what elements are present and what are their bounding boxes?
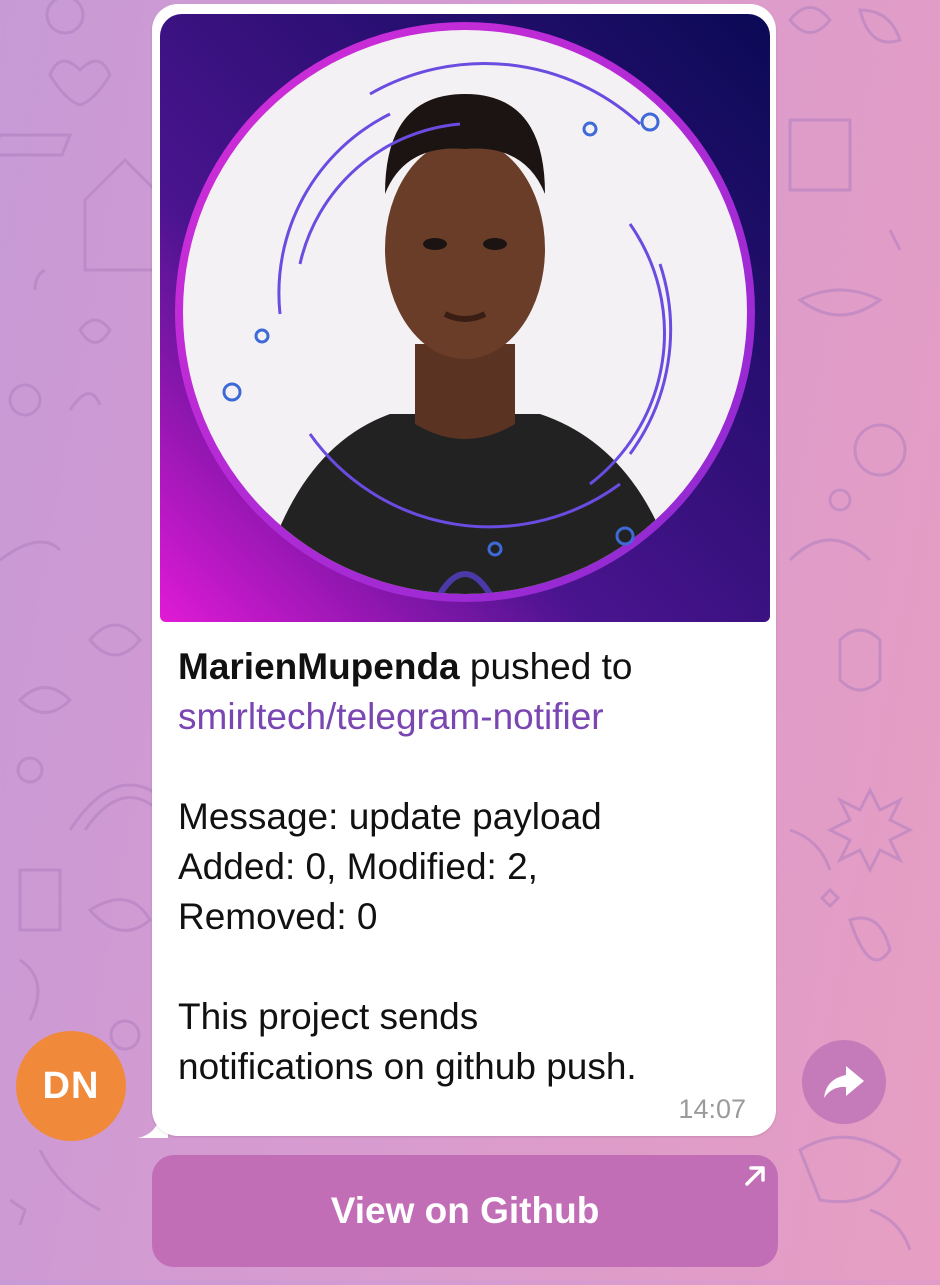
author-name[interactable]: MarienMupenda	[178, 646, 460, 687]
profile-photo[interactable]	[160, 14, 770, 622]
message-bubble[interactable]: MarienMupenda pushed to smirltech/telegr…	[152, 4, 776, 1136]
view-on-github-label: View on Github	[330, 1190, 600, 1231]
stats-line-2: Removed: 0	[178, 896, 378, 937]
view-on-github-button[interactable]: View on Github	[152, 1155, 778, 1267]
description-line-2: notifications on github push.	[178, 1046, 637, 1087]
description-line-1: This project sends	[178, 996, 479, 1037]
forward-icon	[824, 1066, 864, 1098]
forward-button[interactable]	[802, 1040, 886, 1124]
message-text: MarienMupenda pushed to smirltech/telegr…	[178, 642, 758, 1092]
stats-line-1: Added: 0, Modified: 2,	[178, 846, 538, 887]
message-timestamp: 14:07	[678, 1094, 746, 1124]
pushed-to-text: pushed to	[459, 646, 633, 687]
commit-message: Message: update payload	[178, 796, 602, 837]
sender-avatar[interactable]: DN	[16, 1031, 126, 1141]
repo-link[interactable]: smirltech/telegram-notifier	[178, 692, 758, 742]
external-link-icon	[745, 1166, 765, 1186]
